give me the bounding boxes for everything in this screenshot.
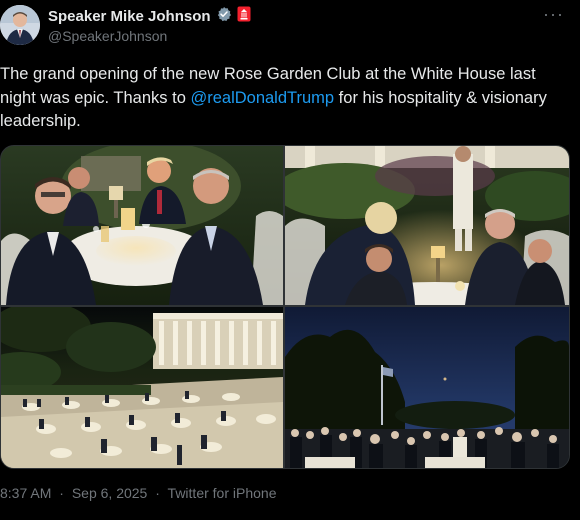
photo-dinner-table[interactable] bbox=[1, 146, 283, 305]
photo-toast-guests[interactable] bbox=[285, 146, 569, 305]
display-name[interactable]: Speaker Mike Johnson bbox=[48, 8, 211, 25]
tweet-meta: 8:37 AM · Sep 6, 2025 · Twitter for iPho… bbox=[0, 485, 280, 501]
meta-separator: · bbox=[155, 485, 160, 501]
more-options-icon[interactable]: ··· bbox=[543, 4, 564, 25]
meta-separator: · bbox=[59, 485, 64, 501]
mention-link[interactable]: @realDonaldTrump bbox=[190, 89, 334, 107]
tweet-source: Twitter for iPhone bbox=[167, 485, 277, 501]
author-name-row: Speaker Mike Johnson bbox=[48, 6, 251, 27]
avatar-image bbox=[0, 5, 40, 45]
avatar[interactable] bbox=[0, 5, 40, 45]
tweet-text: The grand opening of the new Rose Garden… bbox=[0, 63, 570, 134]
tweet-time[interactable]: 8:37 AM bbox=[0, 485, 51, 501]
tweet-date[interactable]: Sep 6, 2025 bbox=[72, 485, 148, 501]
photo-dusk-gathering[interactable] bbox=[285, 307, 569, 468]
photo-garden-overview[interactable] bbox=[1, 307, 283, 468]
government-badge-icon bbox=[237, 6, 251, 27]
tweet: Speaker Mike Johnson @SpeakerJohnson ···… bbox=[0, 0, 580, 520]
author-handle[interactable]: @SpeakerJohnson bbox=[48, 28, 167, 44]
media-grid bbox=[0, 145, 570, 469]
verified-badge-icon bbox=[216, 6, 232, 27]
